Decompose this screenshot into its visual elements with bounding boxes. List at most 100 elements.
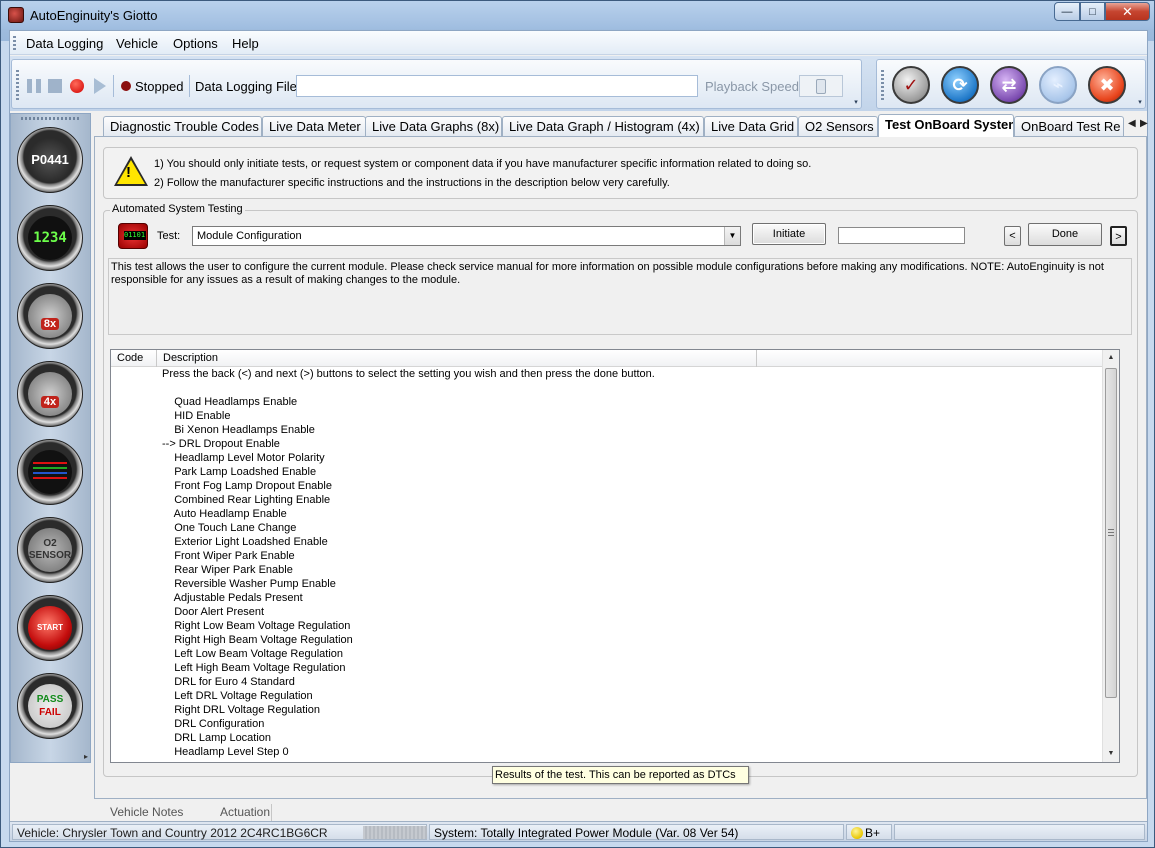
playback-speed-thumb[interactable] — [816, 79, 826, 94]
tab-live-data-meter[interactable]: Live Data Meter — [262, 116, 366, 136]
status-battery: B+ — [846, 824, 892, 840]
results-scrollbar[interactable]: ▲ ▼ — [1102, 350, 1119, 762]
list-item-description: Right DRL Voltage Regulation — [162, 704, 320, 716]
tab-test-onboard-system[interactable]: Test OnBoard System — [878, 114, 1014, 137]
title-bar[interactable]: AutoEnginuity's Giotto — □ ✕ — [1, 1, 1154, 29]
tab-diagnostic-trouble-codes[interactable]: Diagnostic Trouble Codes — [103, 116, 262, 136]
grid-rows-icon — [33, 462, 67, 482]
column-divider[interactable] — [756, 350, 757, 367]
playback-speed-slider[interactable] — [799, 75, 843, 97]
play-icon[interactable] — [94, 78, 106, 94]
o2-sensor-icon: O2 SENSOR — [28, 528, 72, 572]
sidebar-meter-button[interactable]: 1234 — [17, 205, 83, 271]
menu-help[interactable]: Help — [232, 36, 259, 51]
next-setting-button[interactable]: > — [1110, 226, 1127, 246]
tab-scroll-right-icon[interactable]: ▶ — [1140, 118, 1148, 129]
toolbar-grip[interactable] — [881, 70, 884, 102]
sidebar-expand-icon[interactable]: ▸ — [84, 752, 88, 761]
list-item-description: Exterior Light Loadshed Enable — [162, 536, 328, 548]
data-logging-toolbar: Stopped Data Logging File Playback Speed… — [11, 59, 862, 109]
results-tooltip: Results of the test. This can be reporte… — [492, 766, 749, 784]
test-select[interactable]: Module Configuration ▼ — [192, 226, 741, 246]
toolbar-options-icon[interactable]: ▾ — [852, 99, 860, 107]
scroll-grip-icon — [1108, 529, 1114, 536]
test-description: This test allows the user to configure t… — [108, 258, 1132, 335]
vin-redaction — [363, 826, 427, 839]
list-item-description: Headlamp Level Motor Polarity — [162, 452, 325, 464]
list-item-description: Combined Rear Lighting Enable — [162, 494, 331, 506]
column-header-description[interactable]: Description — [163, 352, 218, 364]
tab-actuation[interactable]: Actuation — [212, 802, 278, 822]
scroll-down-icon[interactable]: ▼ — [1103, 746, 1119, 762]
scroll-up-icon[interactable]: ▲ — [1103, 350, 1119, 366]
window-controls: — □ ✕ — [1054, 2, 1150, 21]
exit-icon[interactable]: ✖ — [1088, 66, 1126, 104]
list-item-description: Adjustable Pedals Present — [162, 592, 303, 604]
graph-8x-icon: 8x — [28, 294, 72, 338]
previous-setting-button[interactable]: < — [1004, 226, 1021, 246]
menu-options[interactable]: Options — [173, 36, 218, 51]
pass-label: PASS — [36, 694, 64, 705]
record-icon[interactable] — [70, 79, 84, 93]
fail-label: FAIL — [39, 707, 61, 718]
toolbar-options-icon[interactable]: ▾ — [1136, 99, 1144, 107]
column-header-code[interactable]: Code — [117, 352, 143, 364]
test-select-value: Module Configuration — [197, 230, 302, 242]
tab-scroll-left-icon[interactable]: ◀ — [1128, 118, 1136, 129]
status-vehicle-text: Vehicle: Chrysler Town and Country 2012 … — [17, 826, 328, 840]
refresh-icon[interactable]: ⟳ — [941, 66, 979, 104]
status-empty — [894, 824, 1145, 840]
initiate-button[interactable]: Initiate — [752, 223, 826, 245]
toolbar-grip[interactable] — [16, 70, 19, 102]
tab-onboard-test-results[interactable]: OnBoard Test Re — [1014, 116, 1124, 136]
test-onboard-panel: ! 1) You should only initiate tests, or … — [94, 136, 1147, 799]
tab-live-data-graphs[interactable]: Live Data Graphs (8x) — [365, 116, 502, 136]
left-sidebar: P0441 1234 8x 4x O2 SENSOR START PASS FA… — [10, 113, 91, 763]
menu-grip[interactable] — [13, 36, 16, 50]
done-button[interactable]: Done — [1028, 223, 1102, 246]
list-item-description: DRL Configuration — [162, 718, 265, 730]
results-list[interactable]: Code Description Press the back (<) and … — [110, 349, 1120, 763]
tab-live-data-histogram[interactable]: Live Data Graph / Histogram (4x) — [502, 116, 704, 136]
sidebar-graphs-4x-button[interactable]: 4x — [17, 361, 83, 427]
chevron-down-icon[interactable]: ▼ — [724, 227, 740, 245]
data-logging-file-label: Data Logging File — [195, 79, 297, 94]
meter-icon: 1234 — [28, 216, 72, 260]
tab-vehicle-notes[interactable]: Vehicle Notes — [102, 802, 191, 822]
sync-icon[interactable]: ⇄ — [990, 66, 1028, 104]
connection-toolbar: ✓ ⟳ ⇄ ⌁ ✖ ▾ — [876, 59, 1146, 109]
pause-icon[interactable] — [27, 79, 41, 93]
tab-live-data-grid[interactable]: Live Data Grid — [704, 116, 798, 136]
menu-data-logging[interactable]: Data Logging — [26, 36, 103, 51]
maximize-button[interactable]: □ — [1080, 2, 1105, 21]
sidebar-pass-fail-button[interactable]: PASS FAIL — [17, 673, 83, 739]
toolbar-separator — [113, 75, 114, 97]
sidebar-dtc-button[interactable]: P0441 — [17, 127, 83, 193]
list-item-description: Door Alert Present — [162, 606, 265, 618]
module-test-icon-text: 01101 — [124, 231, 146, 240]
sidebar-grip[interactable] — [21, 117, 81, 120]
disconnected-icon: ⌁ — [1039, 66, 1077, 104]
list-item-description: Park Lamp Loadshed Enable — [162, 466, 317, 478]
minimize-button[interactable]: — — [1054, 2, 1080, 21]
test-status-field[interactable] — [838, 227, 965, 244]
results-header: Code Description — [111, 350, 1104, 367]
window-title: AutoEnginuity's Giotto — [30, 8, 158, 23]
warning-box: ! 1) You should only initiate tests, or … — [103, 147, 1138, 199]
data-logging-file-input[interactable] — [296, 75, 698, 97]
sidebar-grid-button[interactable] — [17, 439, 83, 505]
list-item-description: One Touch Lane Change — [162, 522, 297, 534]
close-button[interactable]: ✕ — [1105, 2, 1150, 21]
sidebar-test-button[interactable]: START — [17, 595, 83, 661]
tab-o2-sensors[interactable]: O2 Sensors — [798, 116, 878, 136]
tab-strip: Diagnostic Trouble Codes Live Data Meter… — [94, 114, 1148, 137]
sidebar-o2-button[interactable]: O2 SENSOR — [17, 517, 83, 583]
stop-icon[interactable] — [48, 79, 62, 93]
column-divider[interactable] — [156, 350, 157, 367]
scroll-thumb[interactable] — [1105, 368, 1117, 698]
group-label: Automated System Testing — [110, 203, 245, 215]
clipboard-icon[interactable]: ✓ — [892, 66, 930, 104]
sidebar-graphs-8x-button[interactable]: 8x — [17, 283, 83, 349]
menu-vehicle[interactable]: Vehicle — [116, 36, 158, 51]
status-bar: Vehicle: Chrysler Town and Country 2012 … — [10, 821, 1147, 841]
